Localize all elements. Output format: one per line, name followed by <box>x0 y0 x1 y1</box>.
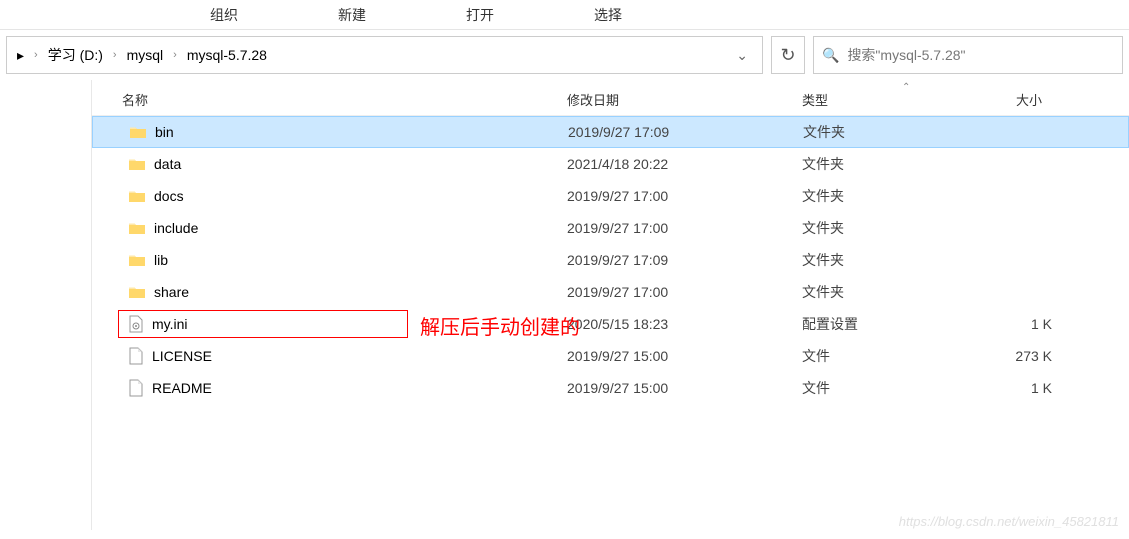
header-type[interactable]: 类型 <box>802 90 962 109</box>
file-type-cell: 文件 <box>802 378 962 398</box>
file-date-cell: 2019/9/27 17:09 <box>568 124 803 140</box>
chevron-right-icon: › <box>167 49 183 61</box>
table-row[interactable]: my.ini2020/5/15 18:23配置设置1 K解压后手动创建的 <box>92 308 1129 340</box>
breadcrumb-root-icon[interactable]: ▸ <box>13 47 28 64</box>
search-placeholder: 搜索"mysql-5.7.28" <box>847 45 965 65</box>
folder-icon <box>129 125 147 139</box>
file-name-cell: lib <box>92 252 567 268</box>
file-size-cell: 273 K <box>962 348 1062 364</box>
file-type-cell: 配置设置 <box>802 314 962 334</box>
file-name-cell: include <box>92 220 567 236</box>
sidebar <box>0 80 92 530</box>
file-name-cell: my.ini <box>92 315 567 333</box>
refresh-icon: ↻ <box>780 45 795 66</box>
file-icon <box>128 347 144 365</box>
file-type-cell: 文件夹 <box>802 218 962 238</box>
file-date-cell: 2019/9/27 17:00 <box>567 284 802 300</box>
file-icon <box>128 379 144 397</box>
address-row: ▸ › 学习 (D:) › mysql › mysql-5.7.28 ⌄ ↻ 🔍… <box>6 36 1123 74</box>
file-type-cell: 文件 <box>802 346 962 366</box>
file-size-cell: 1 K <box>962 316 1062 332</box>
file-name: bin <box>155 124 174 140</box>
header-name[interactable]: 名称 <box>92 90 567 109</box>
ribbon-tab-open[interactable]: 打开 <box>416 5 544 25</box>
folder-icon <box>128 157 146 171</box>
file-name-cell: README <box>92 379 567 397</box>
file-name: README <box>152 380 212 396</box>
ribbon-tabs: 组织 新建 打开 选择 <box>0 0 1129 30</box>
chevron-right-icon: › <box>107 49 123 61</box>
file-date-cell: 2019/9/27 17:00 <box>567 220 802 236</box>
column-headers: 名称 修改日期 类型 大小 ⌃ <box>92 84 1129 116</box>
watermark: https://blog.csdn.net/weixin_45821811 <box>899 514 1119 529</box>
file-name-cell: docs <box>92 188 567 204</box>
file-name: share <box>154 284 189 300</box>
ribbon-tab-select[interactable]: 选择 <box>544 5 672 25</box>
file-date-cell: 2019/9/27 17:09 <box>567 252 802 268</box>
search-icon: 🔍 <box>822 47 839 64</box>
folder-icon <box>128 221 146 235</box>
file-date-cell: 2020/5/15 18:23 <box>567 316 802 332</box>
file-type-cell: 文件夹 <box>802 154 962 174</box>
ribbon-tab-organize[interactable]: 组织 <box>160 5 288 25</box>
file-type-cell: 文件夹 <box>802 282 962 302</box>
address-bar[interactable]: ▸ › 学习 (D:) › mysql › mysql-5.7.28 ⌄ <box>6 36 763 74</box>
table-row[interactable]: docs 2019/9/27 17:00文件夹 <box>92 180 1129 212</box>
sort-indicator-icon: ⌃ <box>902 82 910 93</box>
chevron-right-icon: › <box>28 49 44 61</box>
folder-icon <box>128 285 146 299</box>
file-name: LICENSE <box>152 348 212 364</box>
breadcrumb-folder-1[interactable]: mysql <box>123 47 168 63</box>
table-row[interactable]: share 2019/9/27 17:00文件夹 <box>92 276 1129 308</box>
ribbon-tab-new[interactable]: 新建 <box>288 5 416 25</box>
file-name-cell: LICENSE <box>92 347 567 365</box>
file-name-cell: share <box>92 284 567 300</box>
file-name: docs <box>154 188 184 204</box>
address-dropdown-icon[interactable]: ⌄ <box>728 47 756 64</box>
table-row[interactable]: data 2021/4/18 20:22文件夹 <box>92 148 1129 180</box>
file-name: lib <box>154 252 168 268</box>
breadcrumb-folder-2[interactable]: mysql-5.7.28 <box>183 47 271 63</box>
file-name-cell: data <box>92 156 567 172</box>
table-row[interactable]: LICENSE 2019/9/27 15:00文件273 K <box>92 340 1129 372</box>
refresh-button[interactable]: ↻ <box>771 36 805 74</box>
search-input[interactable]: 🔍 搜索"mysql-5.7.28" <box>813 36 1123 74</box>
file-date-cell: 2021/4/18 20:22 <box>567 156 802 172</box>
file-date-cell: 2019/9/27 15:00 <box>567 380 802 396</box>
file-date-cell: 2019/9/27 17:00 <box>567 188 802 204</box>
file-size-cell: 1 K <box>962 380 1062 396</box>
table-row[interactable]: lib 2019/9/27 17:09文件夹 <box>92 244 1129 276</box>
file-date-cell: 2019/9/27 15:00 <box>567 348 802 364</box>
config-file-icon <box>128 315 144 333</box>
file-name-cell: bin <box>93 124 568 140</box>
file-list: 名称 修改日期 类型 大小 ⌃ bin2019/9/27 17:09文件夹dat… <box>92 80 1129 530</box>
file-name: include <box>154 220 198 236</box>
file-type-cell: 文件夹 <box>803 122 963 142</box>
table-row[interactable]: README 2019/9/27 15:00文件1 K <box>92 372 1129 404</box>
table-row[interactable]: bin 2019/9/27 17:09文件夹 <box>92 116 1129 148</box>
file-type-cell: 文件夹 <box>802 250 962 270</box>
file-type-cell: 文件夹 <box>802 186 962 206</box>
breadcrumb-drive[interactable]: 学习 (D:) <box>44 45 107 65</box>
table-row[interactable]: include 2019/9/27 17:00文件夹 <box>92 212 1129 244</box>
file-name: my.ini <box>152 316 188 332</box>
header-size[interactable]: 大小 <box>962 90 1062 109</box>
header-date[interactable]: 修改日期 <box>567 90 802 109</box>
folder-icon <box>128 253 146 267</box>
file-name: data <box>154 156 181 172</box>
folder-icon <box>128 189 146 203</box>
